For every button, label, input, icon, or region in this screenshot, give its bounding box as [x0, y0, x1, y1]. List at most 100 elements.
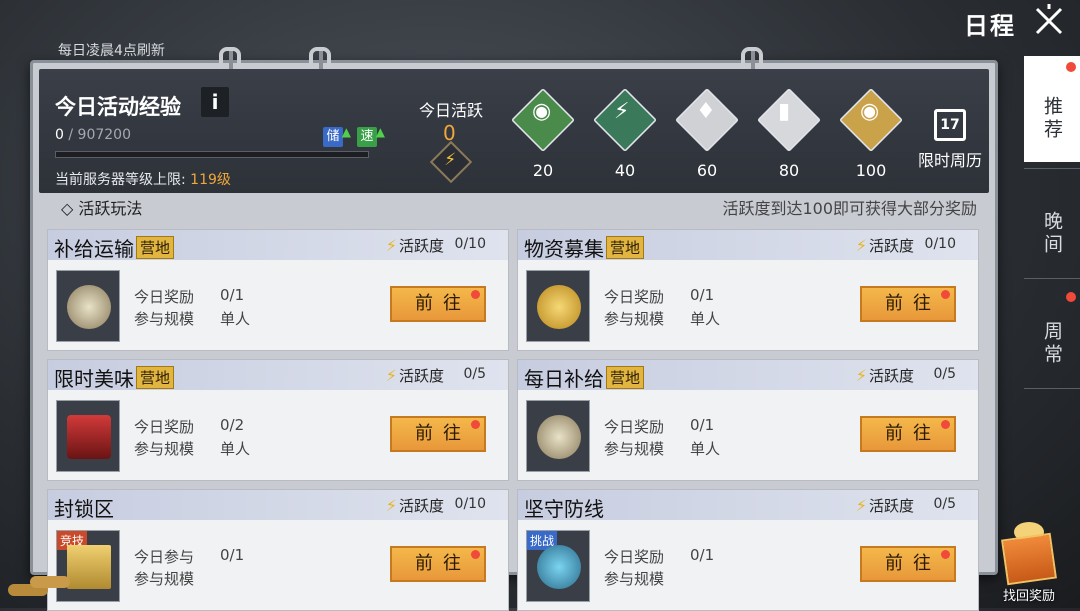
reward-value: 0/1	[690, 286, 715, 304]
reward-chest-100[interactable]: ◉ 100	[839, 88, 903, 180]
reward-chest-20[interactable]: ◉ 20	[511, 88, 575, 180]
exp-progress-bar	[55, 151, 369, 158]
calendar-icon: 17	[934, 109, 966, 141]
ammo-crate-icon: ▮	[778, 99, 791, 124]
scale-label: 参与规模	[604, 310, 665, 328]
card-activity: ⚡ 活跃度	[385, 366, 444, 385]
scale-label: 参与规模	[604, 440, 665, 458]
refresh-note: 每日凌晨4点刷新	[58, 43, 165, 59]
side-tab-2[interactable]: 周常	[1024, 286, 1080, 382]
side-tab-0[interactable]: 推荐	[1024, 56, 1080, 162]
notification-dot	[941, 290, 950, 299]
go-button[interactable]: 前往	[390, 416, 486, 452]
section-hint: 活跃度到达100即可获得大部分奖励	[722, 199, 977, 218]
reward-value: 0/1	[690, 546, 715, 564]
notification-dot	[471, 290, 480, 299]
reward-chest-80[interactable]: ▮ 80	[757, 88, 821, 180]
activity-summary-panel: 今日活动经验 i 0 / 907200 储 ▲ 速 ▲ 当前服务器等级上限: 119…	[39, 69, 989, 193]
speed-badge: 速 ▲	[357, 125, 385, 147]
scale-value: 单人	[220, 310, 251, 328]
card-thumbnail	[56, 270, 120, 342]
reward-value: 0/1	[690, 416, 715, 434]
go-button[interactable]: 前往	[860, 286, 956, 322]
activity-card: 坚守防线 ⚡ 活跃度 0/5 挑战 今日奖励 0/1 参与规模 前往	[517, 489, 979, 611]
notification-dot	[471, 550, 480, 559]
card-thumbnail	[526, 270, 590, 342]
card-header: 每日补给 营地 ⚡ 活跃度 0/5	[518, 360, 978, 392]
wing-emblem-icon	[67, 285, 111, 329]
side-tab-1[interactable]: 晚间	[1024, 176, 1080, 272]
activity-card: 物资募集 营地 ⚡ 活跃度 0/10 今日奖励 0/1 参与规模 单人 前往	[517, 229, 979, 351]
lightning-icon: ⚡	[385, 496, 397, 515]
card-tag: 营地	[136, 236, 175, 259]
card-activity: ⚡ 活跃度	[855, 366, 914, 385]
silver-coin-icon: ◉	[532, 99, 552, 124]
card-title: 坚守防线	[524, 497, 604, 521]
notification-dot	[1066, 292, 1076, 302]
card-tag: 营地	[606, 236, 645, 259]
recover-reward-label: 找回奖励	[1002, 589, 1055, 604]
go-button[interactable]: 前往	[860, 546, 956, 582]
activity-card: 封锁区 ⚡ 活跃度 0/10 竞技 今日参与 0/1 参与规模 前往	[47, 489, 509, 611]
chest-threshold: 20	[532, 161, 554, 180]
reward-label: 今日参与	[134, 548, 195, 566]
lightning-icon: ⚡	[855, 496, 867, 515]
scale-value: 单人	[690, 310, 721, 328]
scale-value: 单人	[220, 440, 251, 458]
exp-max: / 907200	[68, 127, 131, 143]
go-button[interactable]: 前往	[390, 546, 486, 582]
scale-label: 参与规模	[134, 440, 195, 458]
info-button[interactable]: i	[201, 87, 229, 117]
card-header: 补给运输 营地 ⚡ 活跃度 0/10	[48, 230, 508, 262]
activity-label: 今日活跃	[419, 101, 484, 120]
reward-chest-40[interactable]: ⚡ 40	[593, 88, 657, 180]
notification-dot	[1066, 62, 1076, 72]
lightning-icon: ⚡	[855, 236, 867, 255]
chest-threshold: 40	[614, 161, 636, 180]
card-title: 每日补给 营地	[524, 363, 645, 392]
reward-label: 今日奖励	[604, 418, 665, 436]
chest-threshold: 80	[778, 161, 800, 180]
card-activity: ⚡ 活跃度	[855, 496, 914, 515]
go-button[interactable]: 前往	[390, 286, 486, 322]
card-progress: 0/5	[933, 496, 956, 512]
card-header: 限时美味 营地 ⚡ 活跃度 0/5	[48, 360, 508, 391]
reward-label: 今日奖励	[604, 288, 665, 306]
reward-chest-60[interactable]: ♦ 60	[675, 88, 739, 180]
card-progress: 0/10	[454, 236, 486, 252]
side-divider	[1024, 168, 1080, 169]
card-thumbnail	[526, 400, 590, 472]
server-level: 当前服务器等级上限: 119级	[55, 172, 231, 188]
notification-dot	[941, 550, 950, 559]
card-thumbnail: 挑战	[526, 530, 590, 602]
limited-weekly-calendar[interactable]: 17 限时周历	[915, 109, 985, 171]
card-progress: 0/5	[933, 366, 956, 382]
reward-value: 0/1	[220, 546, 245, 564]
card-header: 封锁区 ⚡ 活跃度 0/10	[48, 490, 508, 521]
page-title: 日程	[964, 12, 1016, 40]
reward-label: 今日奖励	[604, 548, 665, 566]
wing-emblem-icon	[537, 415, 581, 459]
reward-label: 今日奖励	[134, 288, 195, 306]
notification-dot	[941, 420, 950, 429]
gift-box-icon	[1001, 532, 1057, 586]
exp-value: 0 / 907200	[55, 127, 131, 143]
recover-reward-gift[interactable]: 找回奖励	[992, 518, 1066, 606]
go-button[interactable]: 前往	[860, 416, 956, 452]
side-divider	[1024, 388, 1080, 389]
card-title: 补给运输 营地	[54, 233, 175, 262]
side-tab-label: 晚间	[1041, 211, 1063, 257]
store-badge: 储 ▲	[323, 125, 351, 147]
activity-card: 每日补给 营地 ⚡ 活跃度 0/5 今日奖励 0/1 参与规模 单人 前往	[517, 359, 979, 481]
exp-title: 今日活动经验	[55, 95, 181, 119]
card-title: 物资募集 营地	[524, 233, 645, 262]
side-tab-label: 周常	[1041, 321, 1063, 367]
side-divider	[1024, 278, 1080, 279]
card-progress: 0/10	[924, 236, 956, 252]
clipboard-panel: 今日活动经验 i 0 / 907200 储 ▲ 速 ▲ 当前服务器等级上限: 119…	[30, 47, 998, 611]
card-tag: 营地	[606, 366, 645, 389]
chest-threshold: 100	[855, 161, 887, 180]
close-icon[interactable]	[1032, 4, 1066, 38]
card-title: 封锁区	[54, 497, 114, 521]
reward-value: 0/1	[220, 286, 245, 304]
